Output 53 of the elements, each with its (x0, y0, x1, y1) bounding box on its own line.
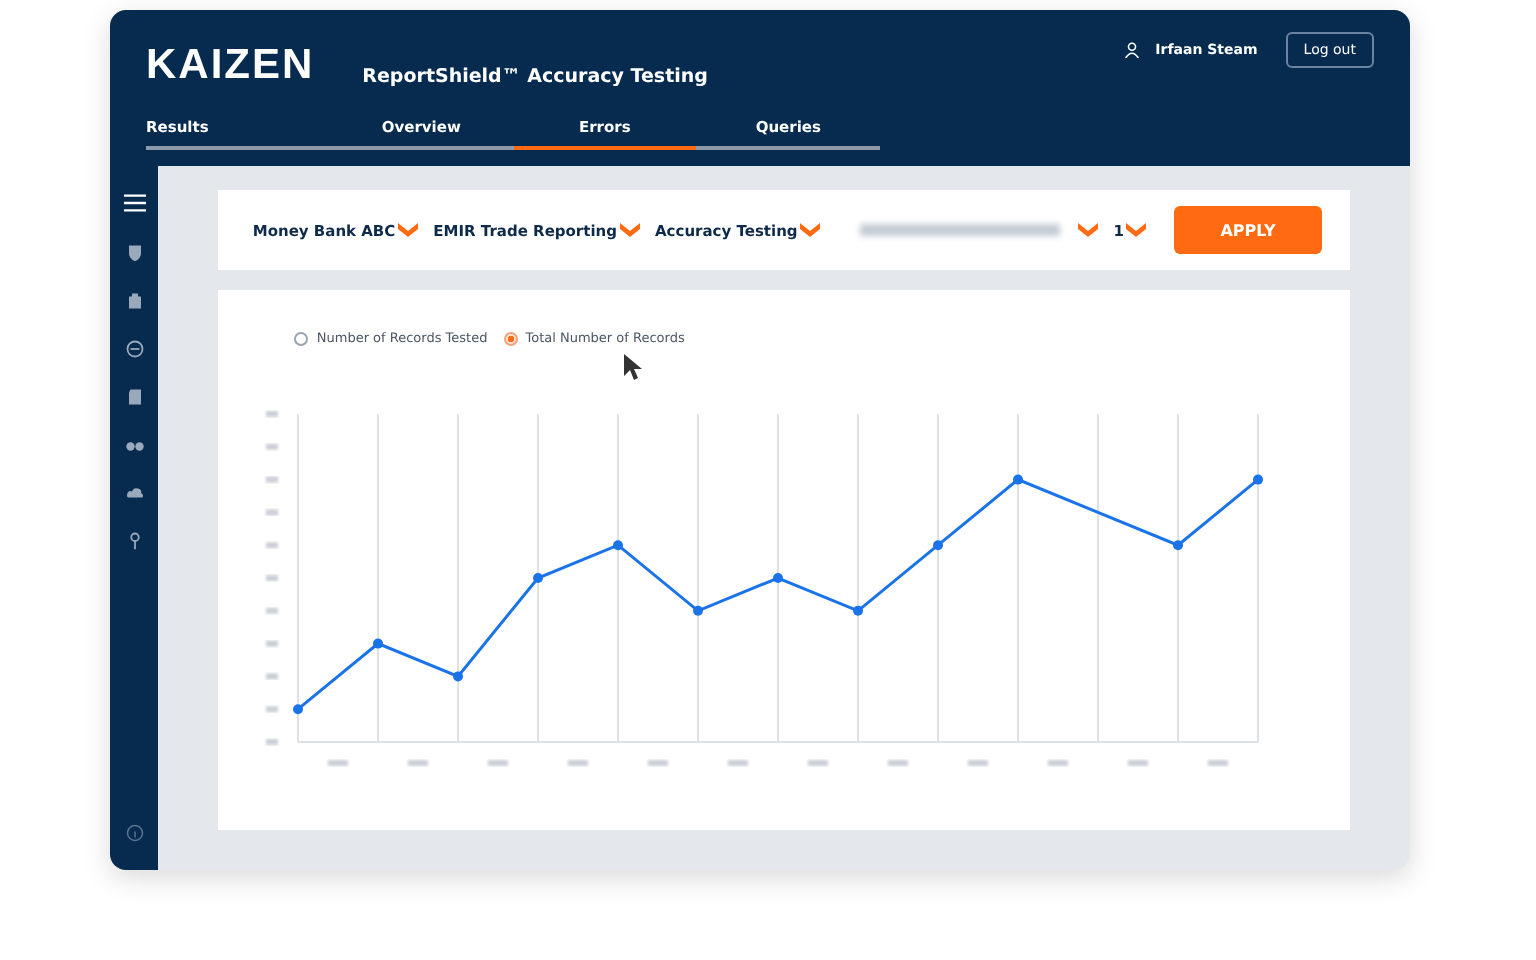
data-point (1173, 540, 1184, 551)
blurred-axis-label (266, 607, 279, 614)
mouse-cursor-icon (624, 354, 645, 382)
blurred-axis-label (1208, 760, 1229, 766)
app-title: ReportShield™ Accuracy Testing (362, 65, 708, 87)
blurred-axis-label (888, 760, 909, 766)
chevron-down-icon (1077, 222, 1098, 238)
logo: KAIZEN (146, 42, 315, 90)
blurred-axis-label (266, 443, 279, 450)
key-icon[interactable] (125, 532, 144, 550)
menu-icon[interactable] (123, 192, 146, 214)
blurred-axis-label (728, 760, 749, 766)
blurred-axis-label (808, 760, 829, 766)
blurred-axis-label (266, 575, 279, 581)
blurred-axis-label (266, 476, 279, 483)
blurred-axis-label (266, 411, 279, 417)
blurred-axis-label (266, 640, 279, 647)
data-point (693, 605, 704, 616)
binoculars-icon[interactable] (125, 436, 144, 454)
blurred-axis-label (328, 760, 349, 766)
blurred-axis-label (968, 760, 989, 766)
data-point (293, 704, 304, 715)
user-icon (1123, 42, 1140, 58)
data-point (1253, 474, 1264, 485)
data-point (853, 605, 864, 616)
data-point (773, 573, 784, 583)
data-point (933, 540, 944, 551)
data-point (533, 573, 544, 583)
gauge-icon[interactable] (125, 340, 144, 358)
blurred-axis-label (266, 673, 279, 680)
data-point (453, 671, 464, 682)
shield-icon[interactable] (125, 244, 144, 262)
blurred-axis-label (1128, 760, 1149, 766)
data-point (613, 540, 624, 551)
blurred-axis-label (1048, 760, 1069, 766)
blurred-axis-label (408, 760, 429, 766)
data-point (1013, 474, 1024, 485)
blurred-axis-label (266, 706, 279, 713)
cloud-icon[interactable] (125, 484, 144, 502)
blurred-axis-label (648, 760, 669, 766)
blurred-axis-label (266, 739, 279, 745)
chevron-down-icon (1126, 222, 1146, 238)
data-point (373, 638, 384, 649)
info-icon[interactable] (125, 824, 144, 842)
bag-icon[interactable] (125, 292, 144, 310)
chevron-down-icon (799, 222, 820, 238)
blurred-axis-label (568, 760, 589, 766)
chevron-down-icon (397, 222, 418, 238)
blurred-axis-label (266, 509, 279, 516)
document-icon[interactable] (125, 388, 144, 406)
blurred-axis-label (488, 760, 509, 766)
blurred-axis-label (266, 542, 279, 549)
chevron-down-icon (619, 222, 639, 238)
